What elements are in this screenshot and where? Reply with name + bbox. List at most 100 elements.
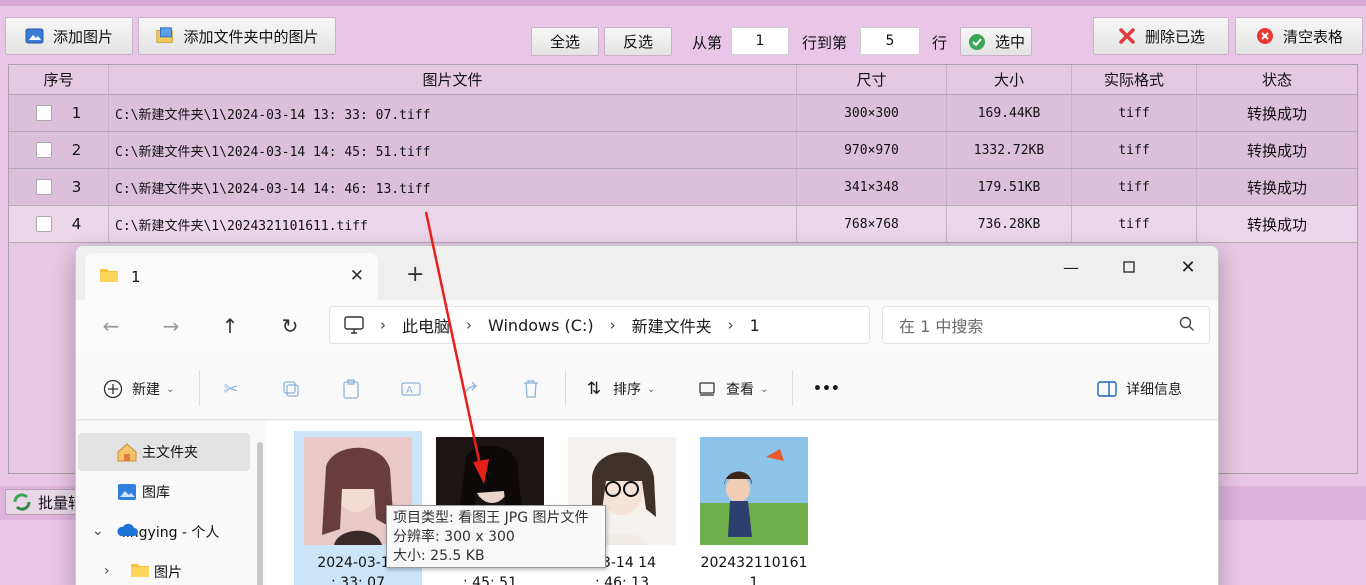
- back-button[interactable]: ←: [96, 314, 126, 338]
- tooltip-resolution: 分辨率: 300 x 300: [393, 529, 515, 545]
- header-size[interactable]: 大小: [947, 65, 1072, 94]
- navigation-pane: 主文件夹 图库 ⌄ lingying - 个人 › 图片: [76, 421, 266, 585]
- file-item[interactable]: 202432110161 1: [690, 431, 818, 585]
- sort-icon: ⇅: [586, 379, 602, 399]
- from-row-input[interactable]: 1: [731, 27, 789, 55]
- refresh-button[interactable]: ↻: [275, 314, 305, 338]
- details-pane-button[interactable]: 详细信息: [1096, 374, 1182, 404]
- row-index-cell: 1: [9, 95, 109, 131]
- minimize-button[interactable]: —: [1042, 252, 1100, 282]
- nav-item-onedrive[interactable]: lingying - 个人: [78, 513, 250, 551]
- forward-button[interactable]: →: [156, 314, 186, 338]
- command-bar: 新建 ⌄ ✂ A ⇅ 排序 ⌄ 查看 ⌄ ••• 详细信息: [76, 354, 1218, 420]
- maximize-button[interactable]: [1100, 252, 1158, 282]
- row-index: 2: [71, 141, 82, 159]
- more-options-button[interactable]: •••: [813, 374, 840, 404]
- breadcrumb-item[interactable]: Windows (C:): [488, 316, 594, 335]
- select-range-button[interactable]: 选中: [960, 27, 1032, 56]
- select-all-button[interactable]: 全选: [531, 27, 599, 56]
- nav-item-pictures[interactable]: 图片: [78, 553, 250, 585]
- paste-button[interactable]: [340, 374, 370, 404]
- scissors-icon: ✂: [223, 378, 239, 400]
- row-checkbox[interactable]: [35, 179, 52, 195]
- batch-convert-button[interactable]: 批量转: [5, 489, 85, 515]
- arrow-left-icon: ←: [102, 314, 120, 338]
- row-file: C:\新建文件夹\1\2024-03-14 14: 46: 13.tiff: [109, 169, 797, 205]
- row-format: tiff: [1072, 132, 1197, 168]
- chevron-down-icon: ⌄: [760, 383, 769, 395]
- delete-button[interactable]: [520, 374, 550, 404]
- nav-item-home[interactable]: 主文件夹: [78, 433, 250, 471]
- select-range-label: 选中: [994, 33, 1025, 51]
- clear-table-label: 清空表格: [1282, 27, 1343, 46]
- add-folder-images-button[interactable]: 添加文件夹中的图片: [138, 17, 336, 55]
- header-dimensions[interactable]: 尺寸: [797, 65, 947, 94]
- table-row[interactable]: 1 C:\新建文件夹\1\2024-03-14 13: 33: 07.tiff …: [9, 95, 1357, 132]
- maximize-icon: [1123, 258, 1135, 277]
- chevron-right-icon: ›: [727, 316, 734, 334]
- rename-icon: A: [400, 378, 422, 400]
- cut-button[interactable]: ✂: [220, 374, 250, 404]
- rename-button[interactable]: A: [400, 374, 430, 404]
- close-window-button[interactable]: ✕: [1159, 252, 1217, 282]
- to-row-input[interactable]: 5: [860, 27, 920, 55]
- address-bar[interactable]: › 此电脑 › Windows (C:) › 新建文件夹 › 1: [329, 306, 870, 344]
- clear-table-button[interactable]: 清空表格: [1235, 17, 1363, 55]
- header-status[interactable]: 状态: [1197, 65, 1357, 94]
- tab-close-icon[interactable]: ✕: [350, 266, 364, 286]
- breadcrumb-item[interactable]: 此电脑: [402, 313, 450, 337]
- folder-icon: [99, 267, 119, 287]
- monitor-icon: [344, 316, 364, 334]
- row-status: 转换成功: [1246, 215, 1307, 234]
- sort-button[interactable]: ⇅ 排序 ⌄: [583, 374, 656, 404]
- search-icon: [1179, 316, 1195, 336]
- row-checkbox[interactable]: [35, 142, 52, 158]
- table-row[interactable]: 2 C:\新建文件夹\1\2024-03-14 14: 45: 51.tiff …: [9, 132, 1357, 169]
- more-icon: •••: [813, 381, 840, 397]
- row-index-cell: 3: [9, 169, 109, 205]
- up-button[interactable]: ↑: [215, 314, 245, 338]
- view-icon: [696, 378, 718, 400]
- header-index[interactable]: 序号: [9, 65, 109, 94]
- delete-selected-label: 删除已选: [1144, 27, 1205, 46]
- new-label: 新建: [132, 382, 160, 398]
- view-button[interactable]: 查看 ⌄: [696, 374, 768, 404]
- nav-scrollbar[interactable]: [257, 442, 263, 585]
- clear-circle-icon: [1255, 26, 1275, 46]
- table-row[interactable]: 3 C:\新建文件夹\1\2024-03-14 14: 46: 13.tiff …: [9, 169, 1357, 206]
- header-format[interactable]: 实际格式: [1072, 65, 1197, 94]
- share-icon: [460, 378, 482, 400]
- svg-text:A: A: [406, 385, 413, 396]
- copy-button[interactable]: [280, 374, 310, 404]
- arrow-up-icon: ↑: [221, 314, 239, 338]
- tooltip-type: 项目类型: 看图王 JPG 图片文件: [393, 510, 589, 526]
- divider: [199, 370, 200, 406]
- cloud-icon: [116, 522, 138, 542]
- row-size: 1332.72KB: [947, 132, 1072, 168]
- add-image-label: 添加图片: [52, 27, 113, 46]
- nav-item-gallery[interactable]: 图库: [78, 473, 250, 511]
- row-index-cell: 2: [9, 132, 109, 168]
- row-dimensions: 341×348: [797, 169, 947, 205]
- invert-selection-label: 反选: [622, 33, 653, 51]
- table-row[interactable]: 4 C:\新建文件夹\1\2024321101611.tiff 768×768 …: [9, 206, 1357, 243]
- invert-selection-button[interactable]: 反选: [604, 27, 672, 56]
- row-label: 行: [932, 34, 948, 52]
- chevron-right-icon: ›: [609, 316, 616, 334]
- search-placeholder: 在 1 中搜索: [899, 317, 984, 336]
- new-button[interactable]: 新建 ⌄: [102, 374, 174, 404]
- row-checkbox[interactable]: [35, 105, 52, 121]
- row-checkbox[interactable]: [35, 216, 52, 232]
- nav-label: 图库: [142, 485, 170, 501]
- add-image-icon: [25, 26, 45, 46]
- search-input[interactable]: 在 1 中搜索: [882, 306, 1210, 344]
- breadcrumb-item[interactable]: 1: [750, 316, 760, 335]
- breadcrumb-item[interactable]: 新建文件夹: [632, 313, 712, 337]
- delete-selected-button[interactable]: 删除已选: [1093, 17, 1229, 55]
- details-label: 详细信息: [1126, 382, 1182, 398]
- explorer-tab[interactable]: 1 ✕: [85, 253, 378, 300]
- new-tab-icon[interactable]: +: [406, 262, 424, 287]
- share-button[interactable]: [460, 374, 490, 404]
- header-file[interactable]: 图片文件: [109, 65, 797, 94]
- add-image-button[interactable]: 添加图片: [5, 17, 133, 55]
